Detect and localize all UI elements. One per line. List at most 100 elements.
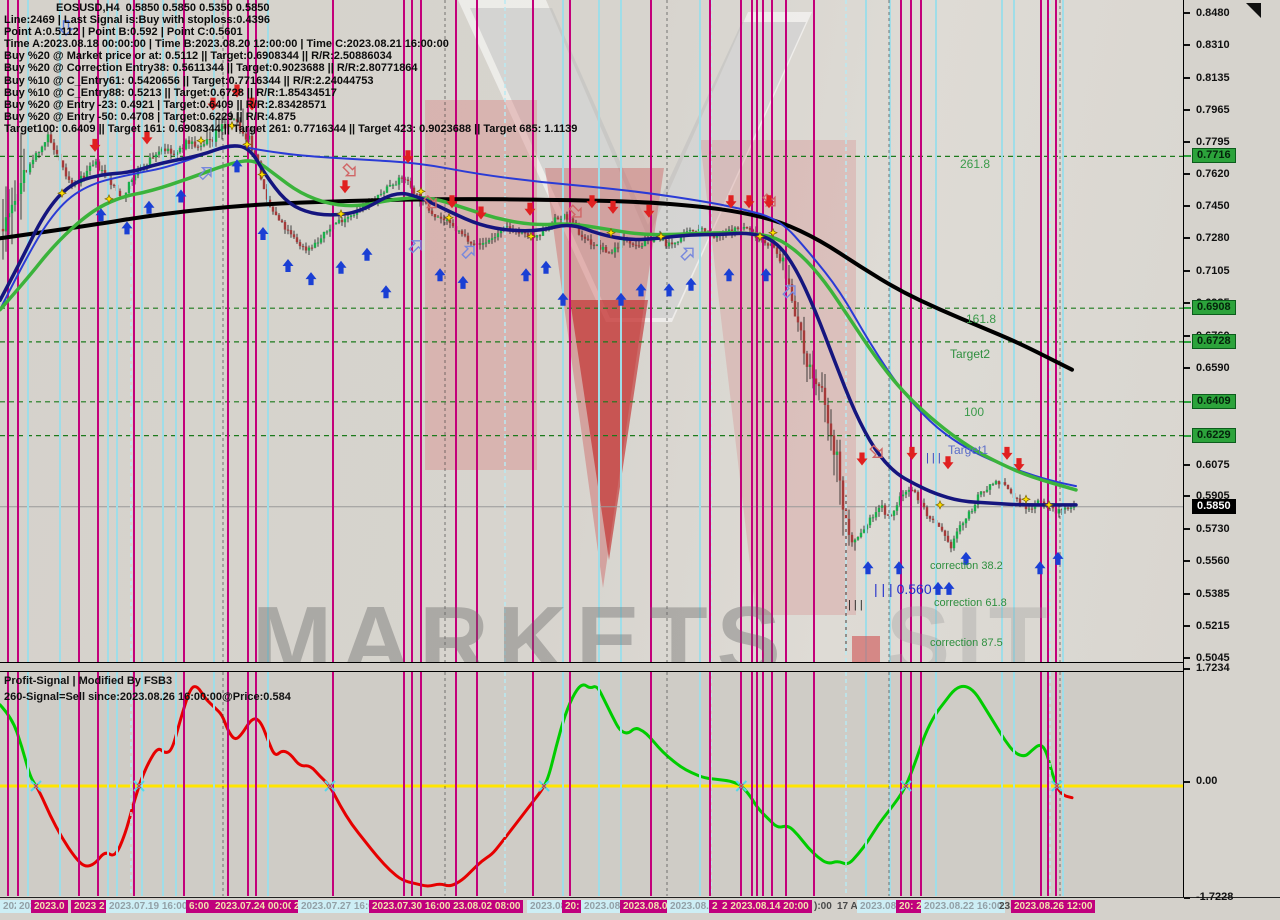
points-line: Point A:0.5112 | Point B:0.592 | Point C… — [4, 26, 577, 38]
time-axis-label: 6:00 — [186, 900, 212, 913]
current-price-badge: 0.5850 — [1192, 499, 1236, 514]
level-tick-mark — [1184, 155, 1191, 157]
price-tick-mark — [1184, 109, 1190, 111]
price-tick-mark — [1184, 77, 1190, 79]
time-axis[interactable]: 202:2022023.02023 22023.07.19 16:006:002… — [0, 897, 1280, 920]
entry-line-1: Buy %20 @ Market price or at: 0.5112 || … — [4, 50, 577, 62]
price-axis[interactable]: 0.84800.83100.81350.79650.77950.76200.74… — [1183, 0, 1280, 897]
price-tick-mark — [1184, 173, 1190, 175]
buy-arrow-icon — [144, 201, 155, 214]
scroll-corner-icon[interactable] — [1246, 3, 1261, 18]
level-tick-mark — [1184, 435, 1191, 437]
price-tick-label: 0.5385 — [1196, 588, 1230, 600]
time-axis-label: 2023.07.19 16:00 — [106, 900, 190, 913]
chart-info-block: EOSUSD,H4 0.5850 0.5850 0.5350 0.5850 Li… — [4, 2, 577, 135]
price-tick-label: 0.7450 — [1196, 200, 1230, 212]
price-tick-label: 0.5215 — [1196, 620, 1230, 632]
price-tick-label: 0.7620 — [1196, 168, 1230, 180]
price-tick-mark — [1184, 44, 1190, 46]
price-tick-mark — [1184, 528, 1190, 530]
price-tick-label: 0.6590 — [1196, 362, 1230, 374]
buy-arrow-icon — [306, 272, 317, 285]
entry-line-3: Buy %10 @ C_Entry61: 0.5420656 || Target… — [4, 75, 577, 87]
level-tick-mark — [1184, 341, 1191, 343]
ma-blue-thin — [0, 147, 1076, 486]
time-axis-label: 2 2023.08.14 20:00 — [719, 900, 812, 913]
chart-annotation: Target2 — [950, 347, 990, 361]
price-tick-mark — [1184, 12, 1190, 14]
osc-tick-label: 1.7234 — [1196, 662, 1230, 674]
time-axis-label: 2023 2 — [71, 900, 108, 913]
buy-arrow-icon — [1035, 561, 1046, 574]
oscillator-canvas[interactable] — [0, 672, 1183, 896]
signal-line: Line:2469 | Last Signal is:Buy with stop… — [4, 14, 577, 26]
price-tick-mark — [1184, 495, 1190, 497]
osc-tick-mark — [1184, 781, 1190, 783]
buy-arrow-icon — [541, 261, 552, 274]
chart-annotation: correction 87.5 — [930, 637, 1003, 649]
price-level-badge: 0.6908 — [1192, 300, 1236, 315]
panel-splitter[interactable] — [0, 663, 1183, 672]
buy-arrow-icon — [258, 227, 269, 240]
price-tick-mark — [1184, 205, 1190, 207]
buy-arrow-icon — [381, 285, 392, 298]
buy-arrow-icon — [362, 248, 373, 261]
price-tick-mark — [1184, 302, 1190, 304]
chart-annotation: | | | — [848, 599, 863, 611]
price-tick-label: 0.8480 — [1196, 7, 1230, 19]
chart-annotation: 161.8 — [966, 312, 996, 326]
chart-annotation: 261.8 — [960, 157, 990, 171]
buy-arrow-icon — [336, 261, 347, 274]
targets-line: Target100: 0.6409 || Target 161: 0.69083… — [4, 123, 577, 135]
entry-line-6: Buy %20 @ Entry -50: 0.4708 | Target:0.6… — [4, 111, 577, 123]
time-axis-label: 20: — [562, 900, 582, 913]
osc-tick-mark — [1184, 668, 1190, 670]
chart-annotation: | | | 0.560 — [874, 581, 932, 597]
time-axis-label: 2023.08.26 12:00 — [1011, 900, 1095, 913]
price-tick-mark — [1184, 335, 1190, 337]
entry-line-4: Buy %10 @ C_Entry88: 0.5213 || Target:0.… — [4, 87, 577, 99]
price-level-badge: 0.7716 — [1192, 148, 1236, 163]
price-tick-label: 0.6075 — [1196, 459, 1230, 471]
time-axis-label: 2023.0 — [31, 900, 68, 913]
price-tick-mark — [1184, 237, 1190, 239]
price-tick-mark — [1184, 657, 1190, 659]
buy-arrow-icon — [894, 561, 905, 574]
chart-annotation: Target1 — [948, 443, 988, 457]
level-tick-mark — [1184, 401, 1191, 403]
chart-annotation: 100 — [964, 405, 984, 419]
watermark-text-main: MARKETS — [252, 586, 790, 663]
symbol-ohlc-line: EOSUSD,H4 0.5850 0.5850 0.5350 0.5850 — [56, 2, 577, 14]
indicator-title: Profit-Signal | Modified By FSB3 — [4, 675, 172, 687]
price-tick-label: 0.5730 — [1196, 523, 1230, 535]
price-level-badge: 0.6728 — [1192, 334, 1236, 349]
sell-arrow-icon — [1002, 447, 1013, 460]
buy-arrow-icon — [1053, 552, 1064, 565]
buy-arrow-icon — [283, 259, 294, 272]
main-chart[interactable]: MARKETS SIT EOSUSD,H4 0.5850 0.5850 0.53… — [0, 0, 1183, 663]
sell-arrow-icon — [340, 180, 351, 193]
osc-tick-mark — [1184, 897, 1190, 899]
chart-annotation: | | | — [926, 452, 941, 464]
time-axis-label: 2023.07.24 00:00 — [212, 900, 296, 913]
price-level-badge: 0.6409 — [1192, 394, 1236, 409]
price-level-badge: 0.6229 — [1192, 428, 1236, 443]
level-tick-mark — [1184, 307, 1191, 309]
sell-arrow-icon — [943, 456, 954, 469]
price-tick-mark — [1184, 464, 1190, 466]
mt4-chart-window: MARKETS SIT EOSUSD,H4 0.5850 0.5850 0.53… — [0, 0, 1280, 920]
price-tick-label: 0.7965 — [1196, 104, 1230, 116]
ma-green — [0, 161, 1076, 490]
indicator-panel[interactable]: Profit-Signal | Modified By FSB3 260-Sig… — [0, 672, 1183, 896]
price-tick-label: 0.8310 — [1196, 39, 1230, 51]
osc-tick-label: 0.00 — [1196, 775, 1217, 787]
price-tick-mark — [1184, 270, 1190, 272]
indicator-signal: 260-Signal=Sell since:2023.08.26 16:00:0… — [4, 691, 291, 703]
buy-arrow-icon — [863, 561, 874, 574]
price-tick-mark — [1184, 141, 1190, 143]
osc-tick-label: -1.7228 — [1196, 891, 1233, 903]
chart-annotation: correction 61.8 — [934, 597, 1007, 609]
time-axis-label: 2023.08.22 16:00 — [921, 900, 1005, 913]
price-tick-label: 0.7280 — [1196, 232, 1230, 244]
price-tick-mark — [1184, 625, 1190, 627]
